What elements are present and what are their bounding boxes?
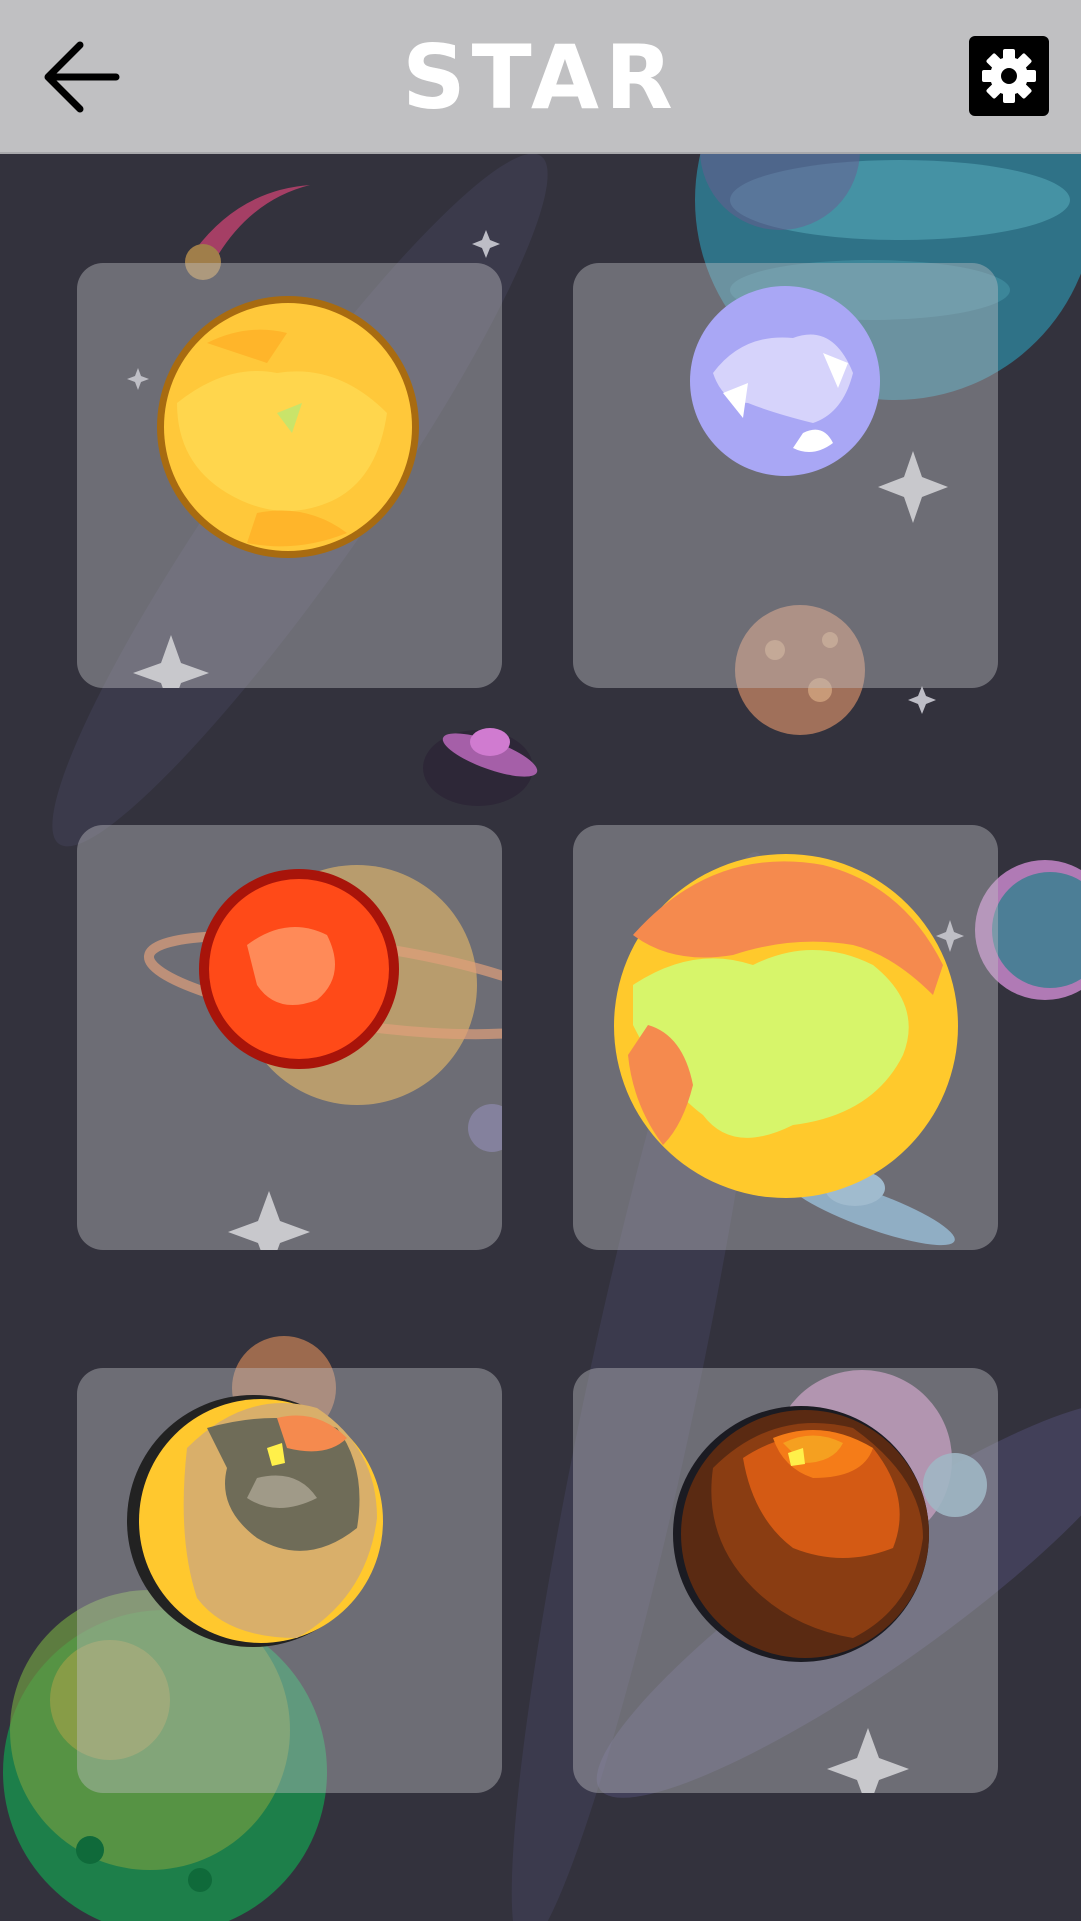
level-tile-lavender[interactable] [573, 263, 998, 688]
gear-icon [982, 49, 1036, 103]
level-tile-yellow-green[interactable] [573, 825, 998, 1250]
level-tile-khaki[interactable] [77, 1368, 502, 1793]
settings-button[interactable] [969, 36, 1049, 116]
star-rating-icon [827, 1728, 909, 1793]
ufo [423, 728, 538, 806]
level-tile-sun[interactable] [77, 263, 502, 688]
yellow-green-planet-icon [614, 854, 958, 1198]
level-tile-orange-brown[interactable] [573, 1368, 998, 1793]
orange-brown-planet-icon [673, 1406, 929, 1662]
sparkle-icon [908, 686, 936, 714]
top-bar: STAR [0, 0, 1081, 154]
sun-planet-icon [157, 296, 419, 558]
star-rating-icon [133, 635, 209, 688]
page-title: STAR [402, 25, 679, 129]
khaki-planet-icon [127, 1395, 383, 1647]
lavender-planet-icon [690, 286, 880, 476]
star-rating-icon [878, 451, 948, 523]
star-rating-icon [228, 1191, 310, 1250]
red-star-icon [143, 865, 502, 1152]
level-tile-red-star[interactable] [77, 825, 502, 1250]
